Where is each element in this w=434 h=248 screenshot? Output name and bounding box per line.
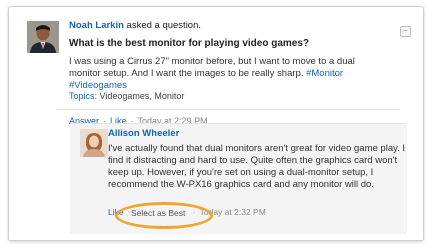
avatar[interactable] — [27, 21, 59, 53]
question-action-text: asked a question. — [123, 20, 202, 31]
answer-like-link[interactable]: Like — [108, 207, 124, 217]
topics-values: Videogames, Monitor — [99, 91, 185, 101]
divider — [57, 109, 399, 110]
question-author-link[interactable]: Noah Larkin — [69, 20, 124, 31]
separator: · — [192, 207, 196, 217]
select-as-best-link[interactable]: Select as Best — [131, 208, 185, 218]
person-icon — [80, 129, 108, 157]
topics-label: Topics: — [69, 91, 98, 101]
separator: · — [127, 207, 131, 217]
question-title: What is the best monitor for playing vid… — [69, 38, 310, 49]
answer-author-link[interactable]: Allison Wheeler — [108, 128, 179, 139]
question-body: I was using a Cirrus 27" monitor before,… — [69, 56, 379, 92]
answer-avatar[interactable] — [80, 129, 108, 157]
topics-line: Topics: Videogames, Monitor — [69, 91, 184, 101]
answer-body: I've actually found that dual monitors a… — [108, 143, 406, 190]
collapse-button[interactable]: − — [400, 26, 411, 37]
answer-timestamp: Today at 2:32 PM — [199, 207, 266, 217]
question-header: Noah Larkin asked a question. — [69, 20, 201, 31]
person-icon — [27, 21, 59, 53]
